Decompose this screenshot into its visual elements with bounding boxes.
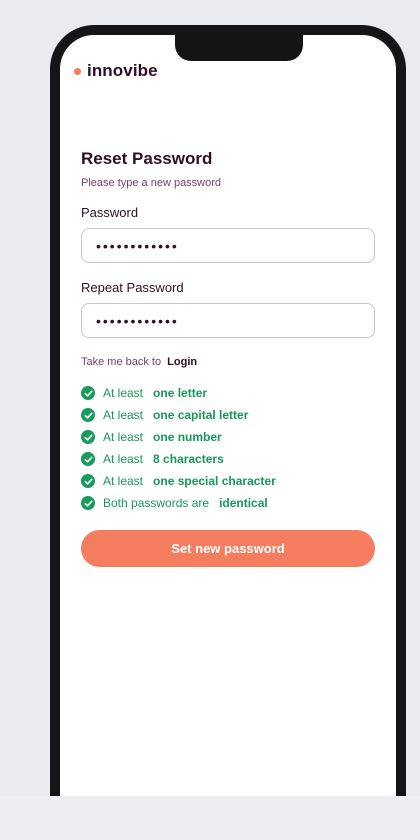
requirement-prefix: At least [103,474,144,488]
repeat-password-label: Repeat Password [81,280,184,295]
requirement-prefix: At least [103,386,144,400]
requirement-text: identical [219,496,268,510]
requirement-item: At least one capital letter [81,404,375,426]
page-title: Reset Password [81,149,213,168]
check-circle-icon [81,386,95,400]
check-circle-icon [81,430,95,444]
set-new-password-button[interactable]: Set new password [81,530,375,567]
back-to-login-row: Take me back to Login [81,354,375,370]
page-footer-band [0,796,420,840]
back-link-prefix: Take me back to [81,356,162,368]
stage: innovibe Reset Password Please type a ne… [0,0,420,840]
login-link[interactable]: Login [167,356,197,368]
requirement-prefix: At least [103,452,144,466]
check-circle-icon [81,496,95,510]
requirement-item: Both passwords are identical [81,492,375,514]
requirement-text: one capital letter [153,408,249,422]
requirement-prefix: Both passwords are [103,496,210,510]
requirement-text: one letter [153,386,208,400]
requirement-item: At least 8 characters [81,448,375,470]
brand-name: innovibe [87,61,158,80]
phone-screen: innovibe Reset Password Please type a ne… [60,35,396,796]
requirement-prefix: At least [103,408,144,422]
password-input[interactable]: •••••••••••• [81,228,375,263]
requirement-prefix: At least [103,430,144,444]
check-circle-icon [81,408,95,422]
requirement-item: At least one letter [81,382,375,404]
brand-logo[interactable]: innovibe [74,61,158,81]
page-subtitle: Please type a new password [81,177,222,189]
requirement-item: At least one special character [81,470,375,492]
password-label: Password [81,205,139,220]
check-circle-icon [81,474,95,488]
requirement-text: one number [153,430,222,444]
phone-notch [175,35,303,61]
requirement-text: 8 characters [153,452,224,466]
requirement-item: At least one number [81,426,375,448]
repeat-password-input[interactable]: •••••••••••• [81,303,375,338]
reset-password-form: Reset Password Please type a new passwor… [81,147,375,567]
logo-dot-icon [74,67,81,75]
phone-frame: innovibe Reset Password Please type a ne… [50,25,406,796]
password-requirements-list: At least one letter At least one capital… [81,382,375,514]
requirement-text: one special character [153,474,276,488]
check-circle-icon [81,452,95,466]
